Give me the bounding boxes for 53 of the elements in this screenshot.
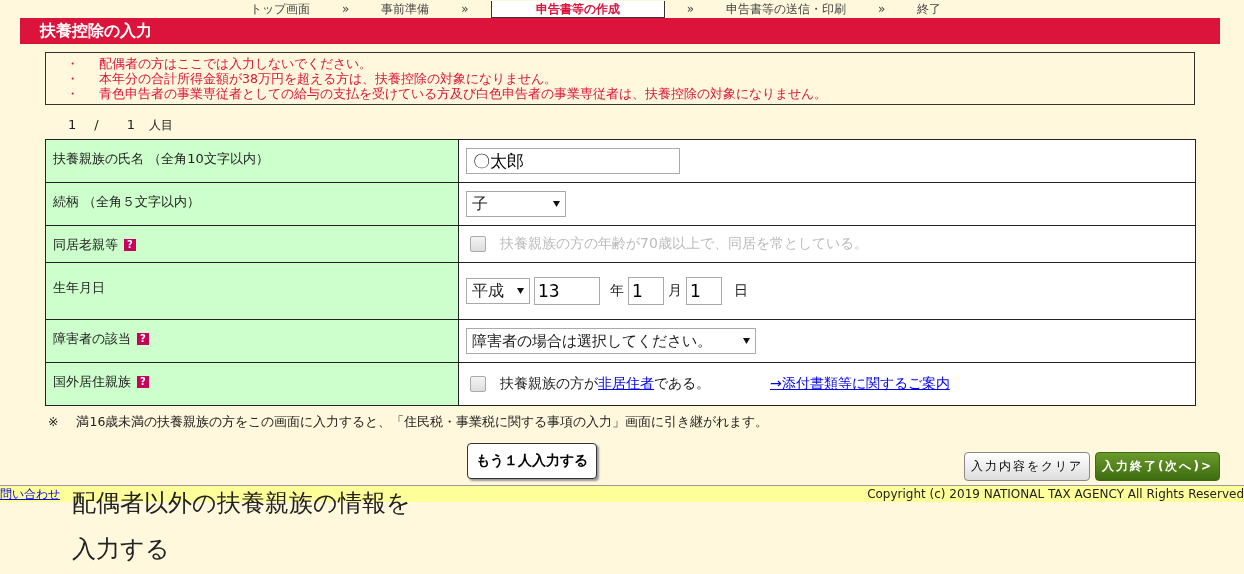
era-dropdown[interactable]: 平成 xyxy=(466,278,530,304)
counter-unit: 人目 xyxy=(148,117,173,134)
step-label: トップ画面 xyxy=(249,1,311,17)
month-unit: 月 xyxy=(668,282,682,300)
caret-icon xyxy=(743,338,750,344)
clear-button[interactable]: 入力内容をクリア xyxy=(963,452,1090,481)
dropdown[interactable]: 子 xyxy=(466,191,566,217)
field-label: 扶養親族の氏名 （全角10文字以内） xyxy=(53,150,269,168)
section-title: 扶養控除の入力 xyxy=(20,18,1220,44)
caret-icon xyxy=(517,288,524,294)
field-label: 生年月日 xyxy=(53,279,105,297)
step-separator: » xyxy=(878,2,886,16)
current-number: 1 xyxy=(68,117,77,132)
step-separator: » xyxy=(686,2,695,16)
checkbox[interactable] xyxy=(470,376,486,392)
help-icon[interactable]: ? xyxy=(137,333,149,345)
name-input[interactable]: 〇太郎 xyxy=(466,148,680,174)
non-resident-link[interactable]: 非居住者 xyxy=(598,375,654,391)
copyright-text: Copyright (c) 2019 NATIONAL TAX AGENCY All Rights Reserved xyxy=(867,487,1244,501)
step-separator: » xyxy=(461,2,469,16)
step-label: 申告書等の送信・印刷 xyxy=(725,1,848,17)
bullet: ・ xyxy=(66,86,79,101)
attachment-guide-link[interactable]: →添付書類等に関するご案内 xyxy=(770,375,950,393)
year-unit: 年 xyxy=(610,282,624,300)
month-input[interactable]: 1 xyxy=(628,277,664,305)
field-label: 続柄 （全角５文字以内） xyxy=(53,193,201,211)
step-separator: » xyxy=(342,2,350,16)
caret-icon xyxy=(553,201,560,207)
notice-text: 本年分の合計所得金額が38万円を超える方は、扶養控除の対象になりません。 xyxy=(99,71,557,86)
note-mark: ※ xyxy=(48,414,59,431)
step-label: 事前準備 xyxy=(380,1,431,17)
counter-separator: / xyxy=(94,117,99,132)
day-input[interactable]: 1 xyxy=(686,277,722,305)
step-label: 終了 xyxy=(916,1,943,17)
day-unit: 日 xyxy=(734,282,748,300)
bullet: ・ xyxy=(66,56,79,71)
notice-text: 配偶者の方はここでは入力しないでください。 xyxy=(99,56,372,71)
year-input[interactable]: 13 xyxy=(534,277,600,305)
help-icon[interactable]: ? xyxy=(137,376,149,388)
total-number: 1 xyxy=(126,117,135,132)
notice-text: 青色申告者の事業専従者としての給与の支払を受けている方及び白色申告者の事業専従者は、扶養控除の対象になりません。 xyxy=(99,86,827,101)
note-text: 満16歳未満の扶養親族の方をこの画面に入力すると、「住民税・事業税に関する事項の入力」画面に引き継がれます。 xyxy=(76,414,769,431)
add-person-button[interactable]: もう１人入力する xyxy=(467,443,597,479)
caption-text: 配偶者以外の扶養親族の情報を入力する xyxy=(72,488,412,565)
checkbox-label: 扶養親族の方が非居住者である。 xyxy=(500,375,710,393)
field-label: 障害者の該当 xyxy=(53,330,131,348)
footer-link[interactable]: 問い合わせ xyxy=(0,485,60,503)
dropdown[interactable]: 障害者の場合は選択してください。 xyxy=(466,328,756,354)
field-label: 国外居住親族 xyxy=(53,373,131,391)
step-label: 申告書等の作成 xyxy=(490,0,665,18)
field-label: 同居老親等 xyxy=(53,236,118,254)
next-button[interactable]: 入力終了(次へ)> xyxy=(1094,452,1220,481)
bullet: ・ xyxy=(66,71,79,86)
